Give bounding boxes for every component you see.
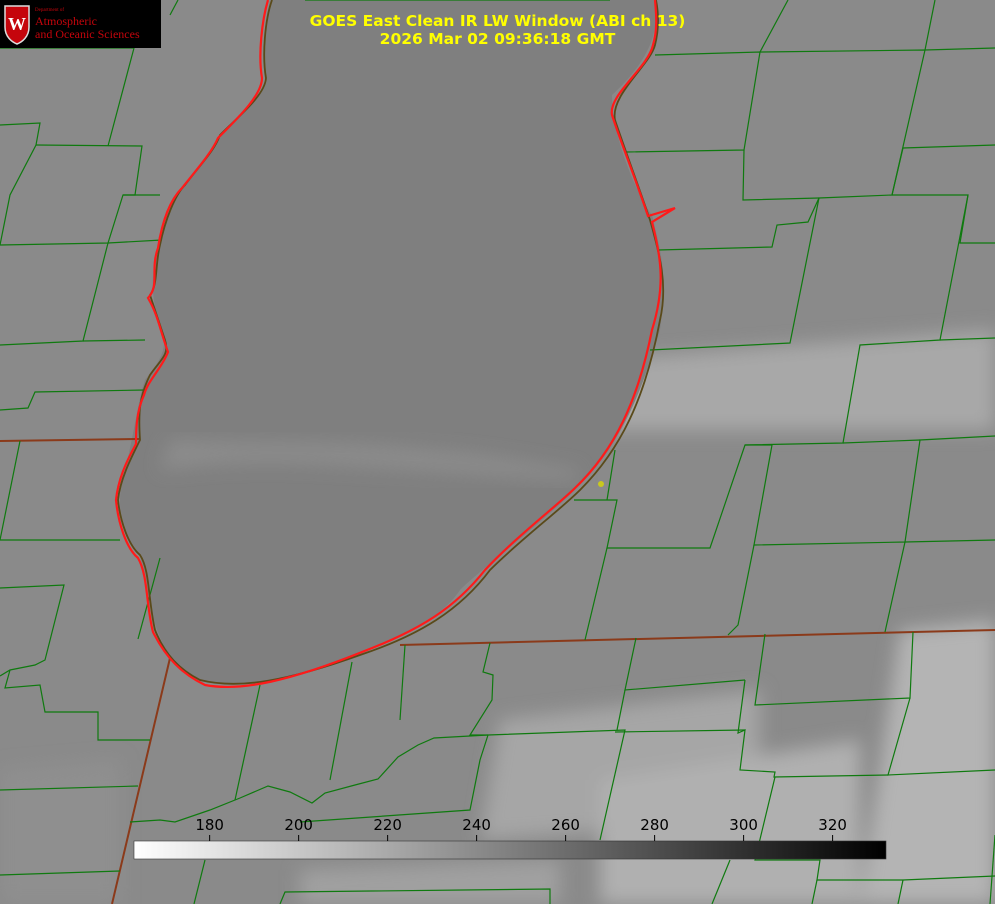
colorbar-tick-label: 320: [818, 816, 847, 834]
colorbar-tick-label: 240: [462, 816, 491, 834]
image-timestamp: 2026 Mar 02 09:36:18 GMT: [379, 30, 616, 48]
colorbar-tick-label: 260: [551, 816, 580, 834]
satellite-map: 180 200 220 240 260 280 300 320: [0, 0, 995, 904]
colorbar-tick-label: 300: [729, 816, 758, 834]
location-marker: [598, 481, 604, 487]
colorbar-gradient: [133, 840, 887, 860]
image-title: GOES East Clean IR LW Window (ABI ch 13): [309, 12, 686, 30]
colorbar-tick-label: 180: [195, 816, 224, 834]
colorbar-tick-label: 280: [640, 816, 669, 834]
colorbar-tick-label: 220: [373, 816, 402, 834]
colorbar-tick-label: 200: [284, 816, 313, 834]
